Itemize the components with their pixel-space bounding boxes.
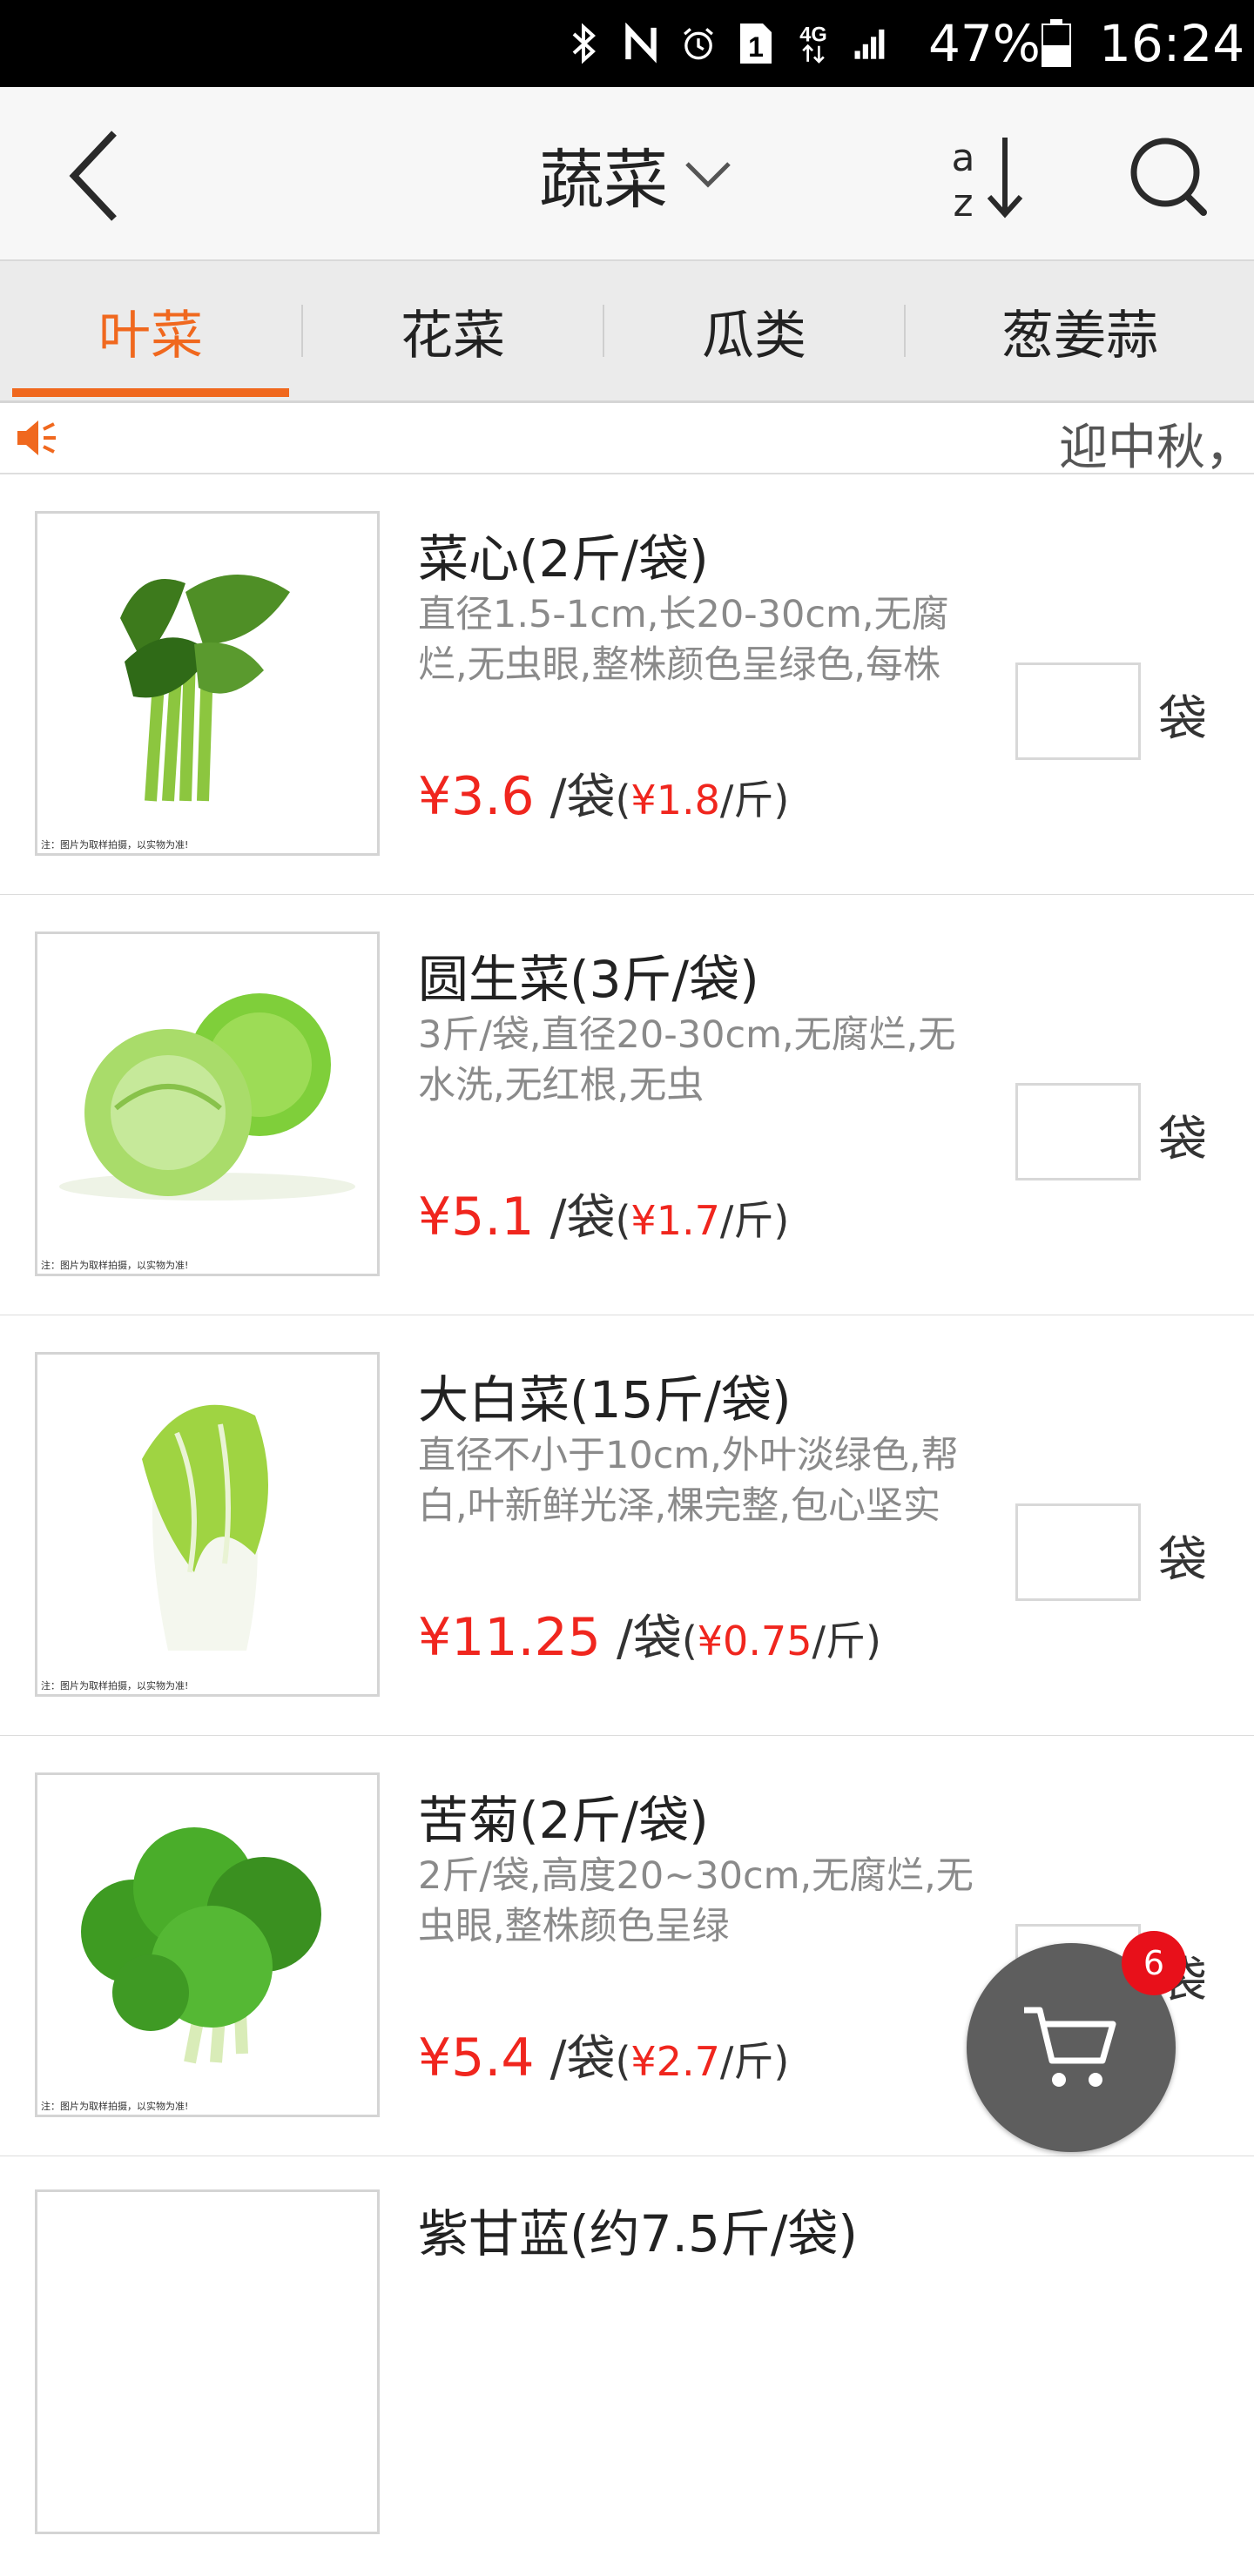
product-price: ¥3.6 /袋 ( ¥1.8 /斤 ) (418, 758, 789, 829)
paren-close: ) (865, 1618, 881, 1665)
product-price: ¥5.1 /袋 ( ¥1.7 /斤 ) (418, 1179, 789, 1249)
product-name: 圆生菜(3斤/袋) (418, 950, 759, 1009)
endive-image (81, 1827, 321, 2064)
product-image: 注：图片为取样拍摄，以实物为准! (35, 1352, 380, 1697)
tab-onion-ginger-garlic[interactable]: 葱姜蒜 (906, 261, 1254, 400)
svg-text:a: a (952, 136, 975, 180)
bluetooth-icon (566, 23, 601, 64)
product-price: ¥5.4 /袋 ( ¥2.7 /斤 ) (418, 2020, 789, 2090)
cart-icon (1024, 2007, 1116, 2087)
tab-leafy[interactable]: 叶菜 (0, 261, 301, 400)
product-price: ¥11.25 /袋 ( ¥0.75 /斤 ) (418, 1599, 881, 1670)
quantity-input[interactable] (1015, 1503, 1141, 1601)
unit-price-unit: /斤 (719, 2038, 774, 2085)
price-value: ¥5.1 (418, 1187, 535, 1248)
unit-price-unit: /斤 (719, 1197, 774, 1244)
product-name: 苦菊(2斤/袋) (418, 1791, 709, 1850)
paren-open: ( (615, 1197, 631, 1244)
nfc-icon (624, 23, 658, 64)
app-header: 蔬菜 a z (0, 87, 1254, 261)
category-dropdown[interactable]: 蔬菜 (522, 122, 749, 226)
tab-melon[interactable]: 瓜类 (604, 261, 904, 400)
price-value: ¥5.4 (418, 2028, 535, 2088)
sim-number: 1 (748, 31, 764, 63)
product-image: 注：图片为取样拍摄，以实物为准! (35, 511, 380, 856)
tab-flower[interactable]: 花菜 (303, 261, 603, 400)
notice-text: 迎中秋， (1059, 420, 1254, 476)
subcategory-tabs: 叶菜 花菜 瓜类 葱姜蒜 (0, 261, 1254, 403)
sort-az-icon: a z (952, 136, 1023, 225)
chevron-down-icon (685, 162, 731, 188)
image-disclaimer: 注：图片为取样拍摄，以实物为准! (41, 839, 189, 851)
product-item[interactable]: 注：图片为取样拍摄，以实物为准! 圆生菜(3斤/袋) 3斤/袋,直径20-30c… (0, 895, 1254, 1317)
price-unit: /袋 (549, 1190, 616, 1247)
active-tab-indicator (12, 388, 289, 397)
search-button[interactable] (1116, 129, 1221, 225)
product-item[interactable]: 注：图片为取样拍摄，以实物为准! 菜心(2斤/袋) 直径1.5-1cm,长20-… (0, 474, 1254, 897)
product-name: 大白菜(15斤/袋) (418, 1370, 792, 1429)
product-item[interactable]: 紫甘蓝(约7.5斤/袋) (0, 2156, 1254, 2576)
sort-button[interactable]: a z (940, 129, 1045, 225)
choy-sum-image (120, 575, 290, 802)
back-button[interactable] (42, 124, 146, 228)
iceberg-lettuce-image (59, 993, 355, 1201)
paren-close: ) (773, 1197, 790, 1244)
product-item[interactable]: 注：图片为取样拍摄，以实物为准! 大白菜(15斤/袋) 直径不小于10cm,外叶… (0, 1315, 1254, 1738)
status-icons: 1 4G (566, 16, 888, 71)
quantity-unit: 袋 (1158, 1532, 1207, 1589)
paren-close: ) (773, 2038, 790, 2085)
network-type: 4G (799, 24, 827, 46)
product-description: 3斤/袋,直径20-30cm,无腐烂,无水洗,无红根,无虫 (418, 1013, 956, 1107)
unit-price-value: ¥1.7 (630, 1197, 720, 1244)
svg-text:z: z (953, 181, 973, 225)
quantity-unit: 袋 (1158, 1112, 1207, 1168)
paren-open: ( (681, 1618, 698, 1665)
page-title: 蔬菜 (539, 142, 668, 218)
product-image (35, 2189, 380, 2534)
notice-bar[interactable]: 迎中秋， (0, 403, 1254, 476)
quantity-input[interactable] (1015, 1083, 1141, 1180)
product-image: 注：图片为取样拍摄，以实物为准! (35, 932, 380, 1276)
product-description: 直径1.5-1cm,长20-30cm,无腐烂,无虫眼,整株颜色呈绿色,每株 (418, 593, 949, 687)
battery-icon (1042, 19, 1071, 68)
unit-price-unit: /斤 (719, 777, 774, 824)
price-value: ¥3.6 (418, 766, 535, 827)
sim-icon: 1 (738, 23, 773, 64)
clock: 16:24 (1099, 14, 1245, 73)
paren-open: ( (615, 2038, 631, 2085)
napa-cabbage-image (142, 1404, 268, 1651)
price-value: ¥11.25 (418, 1607, 601, 1668)
cart-count-badge: 6 (1122, 1931, 1186, 1995)
product-description: 2斤/袋,高度20~30cm,无腐烂,无虫眼,整株颜色呈绿 (418, 1854, 974, 1948)
image-disclaimer: 注：图片为取样拍摄，以实物为准! (41, 1680, 189, 1692)
product-image: 注：图片为取样拍摄，以实物为准! (35, 1772, 380, 2117)
speaker-icon (16, 417, 57, 459)
paren-close: ) (773, 777, 790, 824)
search-icon (1130, 138, 1207, 216)
image-disclaimer: 注：图片为取样拍摄，以实物为准! (41, 2101, 189, 2112)
status-bar: 1 4G 47% 16:24 (0, 0, 1254, 87)
price-unit: /袋 (549, 770, 616, 826)
chevron-left-icon (69, 131, 117, 221)
4g-icon: 4G (796, 23, 831, 64)
price-unit: /袋 (549, 2031, 616, 2088)
image-disclaimer: 注：图片为取样拍摄，以实物为准! (41, 1260, 189, 1271)
product-name: 菜心(2斤/袋) (418, 529, 709, 589)
price-unit: /袋 (616, 1611, 682, 1667)
unit-price-unit: /斤 (812, 1618, 866, 1665)
signal-icon (853, 23, 888, 64)
alarm-icon (681, 23, 716, 64)
product-description: 直径不小于10cm,外叶淡绿色,帮白,叶新鲜光泽,棵完整,包心坚实 (418, 1434, 959, 1528)
quantity-input[interactable] (1015, 662, 1141, 760)
quantity-unit: 袋 (1158, 691, 1207, 748)
battery-percent: 47% (928, 14, 1041, 73)
paren-open: ( (615, 777, 631, 824)
product-name: 紫甘蓝(约7.5斤/袋) (418, 2204, 859, 2263)
unit-price-value: ¥1.8 (630, 777, 720, 824)
unit-price-value: ¥0.75 (697, 1618, 812, 1665)
unit-price-value: ¥2.7 (630, 2038, 720, 2085)
